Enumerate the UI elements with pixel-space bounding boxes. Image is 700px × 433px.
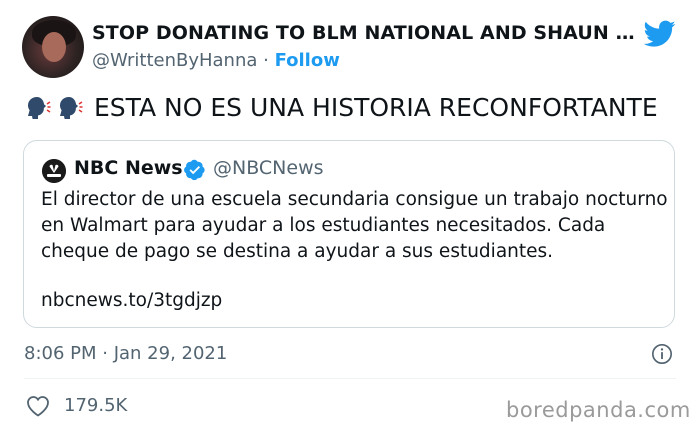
watermark: boredpanda.com: [506, 398, 691, 422]
quoted-author-name[interactable]: NBC News: [74, 157, 183, 179]
like-count[interactable]: 179.5K: [64, 395, 127, 416]
speaking-head-icon: [60, 96, 83, 119]
follow-button[interactable]: Follow: [275, 50, 340, 71]
quoted-author-handle[interactable]: @NBCNews: [213, 157, 324, 179]
heart-icon[interactable]: [26, 395, 50, 417]
info-icon[interactable]: [651, 343, 673, 365]
tweet-text: ESTA NO ES UNA HISTORIA RECONFORTANTE: [94, 93, 658, 122]
quoted-tweet-link[interactable]: nbcnews.to/3tgdjzp: [41, 290, 222, 311]
author-handle[interactable]: @WrittenByHanna: [92, 50, 257, 71]
tweet-text-row: ESTA NO ES UNA HISTORIA RECONFORTANTE: [24, 93, 658, 122]
separator: ·: [257, 50, 275, 71]
author-handle-row: @WrittenByHanna · Follow: [92, 50, 340, 71]
speaking-head-icon: [28, 96, 51, 119]
quoted-tweet-card[interactable]: NBC News @NBCNews El director de una esc…: [23, 140, 675, 328]
divider: [24, 378, 676, 379]
verified-badge-icon: [184, 159, 205, 181]
avatar-face: [42, 32, 66, 62]
avatar[interactable]: [22, 16, 84, 78]
nbc-peacock-icon: [42, 159, 66, 183]
author-display-name[interactable]: STOP DONATING TO BLM NATIONAL AND SHAUN …: [92, 22, 635, 44]
twitter-bird-icon[interactable]: [644, 20, 676, 48]
quoted-tweet-body: El director de una escuela secundaria co…: [41, 189, 668, 262]
tweet-timestamp[interactable]: 8:06 PM · Jan 29, 2021: [24, 343, 227, 364]
